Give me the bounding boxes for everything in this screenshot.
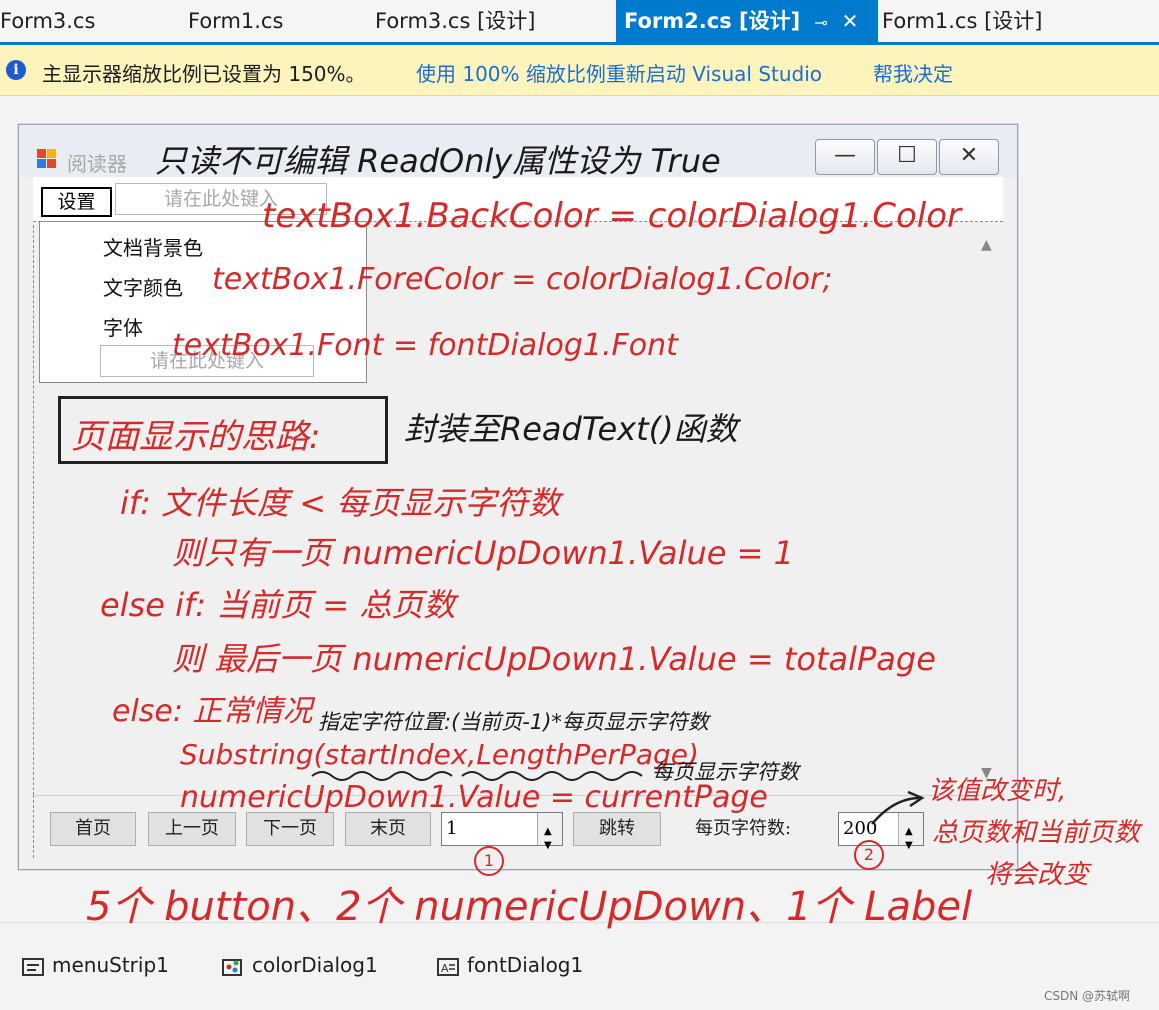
tab-form1-cs[interactable]: Form1.cs <box>188 0 283 42</box>
annotation-change-note-2: 总页数和当前页数 <box>932 818 1141 848</box>
annotation-elseif: else if: 当前页 = 总页数 <box>100 586 456 624</box>
spin-down-icon[interactable]: ▼ <box>544 830 552 862</box>
menustrip-icon <box>22 957 44 976</box>
chars-per-page-label: 每页字符数: <box>695 818 792 839</box>
textbox-scrollbar[interactable]: ▲ ▼ <box>973 225 1003 795</box>
next-page-button[interactable]: 下一页 <box>246 812 334 846</box>
component-tray: menuStrip1 colorDialog1 AfontDialog1 CSD… <box>0 922 1159 1010</box>
annotation-change-note-3: 将会改变 <box>985 860 1090 890</box>
annotation-backcolor: textBox1.BackColor = colorDialog1.Color <box>262 196 962 236</box>
circle-2-label: 2 <box>863 845 875 864</box>
colordialog-icon <box>222 958 242 976</box>
annotation-idea-text: 页面显示的思路: <box>71 417 321 457</box>
prev-page-button[interactable]: 上一页 <box>148 812 236 846</box>
spin-down-icon[interactable]: ▼ <box>905 830 913 862</box>
app-icon <box>37 149 56 168</box>
info-bar: i 主显示器缩放比例已设置为 150%。 使用 100% 缩放比例重新启动 Vi… <box>0 45 1159 96</box>
form-title: 阅读器 <box>67 152 127 176</box>
annotation-circle-2: 2 <box>854 840 884 870</box>
svg-text:A: A <box>441 962 449 975</box>
annotation-elseif-then: 则 最后一页 numericUpDown1.Value = totalPage <box>172 640 936 678</box>
annotation-change-note-1: 该值改变时, <box>928 776 1067 806</box>
scroll-up-icon[interactable]: ▲ <box>981 237 992 253</box>
watermark: CSDN @苏轼啊 <box>1044 989 1131 1003</box>
tray-fontdialog[interactable]: AfontDialog1 <box>437 953 583 977</box>
annotation-else: else: 正常情况 <box>112 694 313 729</box>
document-tab-bar: Form3.cs Form1.cs Form3.cs [设计] Form2.cs… <box>0 0 1159 42</box>
menu-settings[interactable]: 设置 <box>41 187 112 217</box>
tray-menustrip[interactable]: menuStrip1 <box>22 953 169 977</box>
annotation-idea-box: 页面显示的思路: <box>58 396 388 464</box>
tab-form3-cs[interactable]: Form3.cs <box>0 0 95 42</box>
tray-colordialog[interactable]: colorDialog1 <box>222 953 378 977</box>
page-numeric-value: 1 <box>446 818 458 839</box>
annotation-readonly: 只读不可编辑 ReadOnly属性设为 True <box>155 142 721 180</box>
annotation-substring: Substring(startIndex,LengthPerPage) <box>180 738 699 771</box>
menu-item-background-color[interactable]: 文档背景色 <box>103 232 203 261</box>
annotation-circle-1: 1 <box>474 846 504 876</box>
annotation-start-note: 指定字符位置:(当前页-1)*每页显示字符数 <box>318 710 709 734</box>
fontdialog-icon: A <box>437 957 459 976</box>
jump-button[interactable]: 跳转 <box>573 812 661 846</box>
annotation-if-then: 则只有一页 numericUpDown1.Value = 1 <box>172 534 795 572</box>
tab-label: Form2.cs [设计] <box>624 9 801 33</box>
last-page-button[interactable]: 末页 <box>345 812 431 846</box>
info-icon: i <box>6 60 26 80</box>
tab-form1-design[interactable]: Form1.cs [设计] <box>882 0 1042 42</box>
annotation-forecolor: textBox1.ForeColor = colorDialog1.Color; <box>212 262 833 297</box>
page-numeric-updown[interactable]: 1 ▲ ▼ <box>441 812 563 851</box>
maximize-button[interactable]: ☐ <box>877 139 937 175</box>
close-button[interactable]: ✕ <box>939 139 999 175</box>
annotation-encapsulate: 封装至ReadText()函数 <box>404 410 738 448</box>
tab-form2-design[interactable]: Form2.cs [设计] ⊸ ✕ <box>616 0 878 42</box>
annotation-if: if: 文件长度 < 每页显示字符数 <box>120 484 561 522</box>
tray-fontdialog-label: fontDialog1 <box>467 953 584 977</box>
first-page-button[interactable]: 首页 <box>50 812 136 846</box>
annotation-arrow <box>871 790 925 825</box>
annotation-summary: 5个 button、2个 numericUpDown、1个 Label <box>86 884 973 930</box>
tray-menustrip-label: menuStrip1 <box>52 953 169 977</box>
minimize-button[interactable]: — <box>815 139 875 175</box>
restart-link[interactable]: 使用 100% 缩放比例重新启动 Visual Studio <box>416 58 822 87</box>
circle-1-label: 1 <box>483 851 495 870</box>
tray-colordialog-label: colorDialog1 <box>252 953 378 977</box>
menu-item-text-color[interactable]: 文字颜色 <box>103 272 183 301</box>
annotation-font: textBox1.Font = fontDialog1.Font <box>172 328 678 363</box>
help-decide-link[interactable]: 帮我决定 <box>873 58 953 87</box>
tab-form3-design[interactable]: Form3.cs [设计] <box>375 0 535 42</box>
pin-icon[interactable]: ⊸ <box>814 13 827 32</box>
page-spinner[interactable]: ▲ ▼ <box>537 813 562 851</box>
annotation-current-page: numericUpDown1.Value = currentPage <box>180 780 768 815</box>
info-message: 主显示器缩放比例已设置为 150%。 <box>42 62 366 86</box>
menu-item-font[interactable]: 字体 <box>103 312 143 341</box>
close-icon[interactable]: ✕ <box>842 9 859 33</box>
